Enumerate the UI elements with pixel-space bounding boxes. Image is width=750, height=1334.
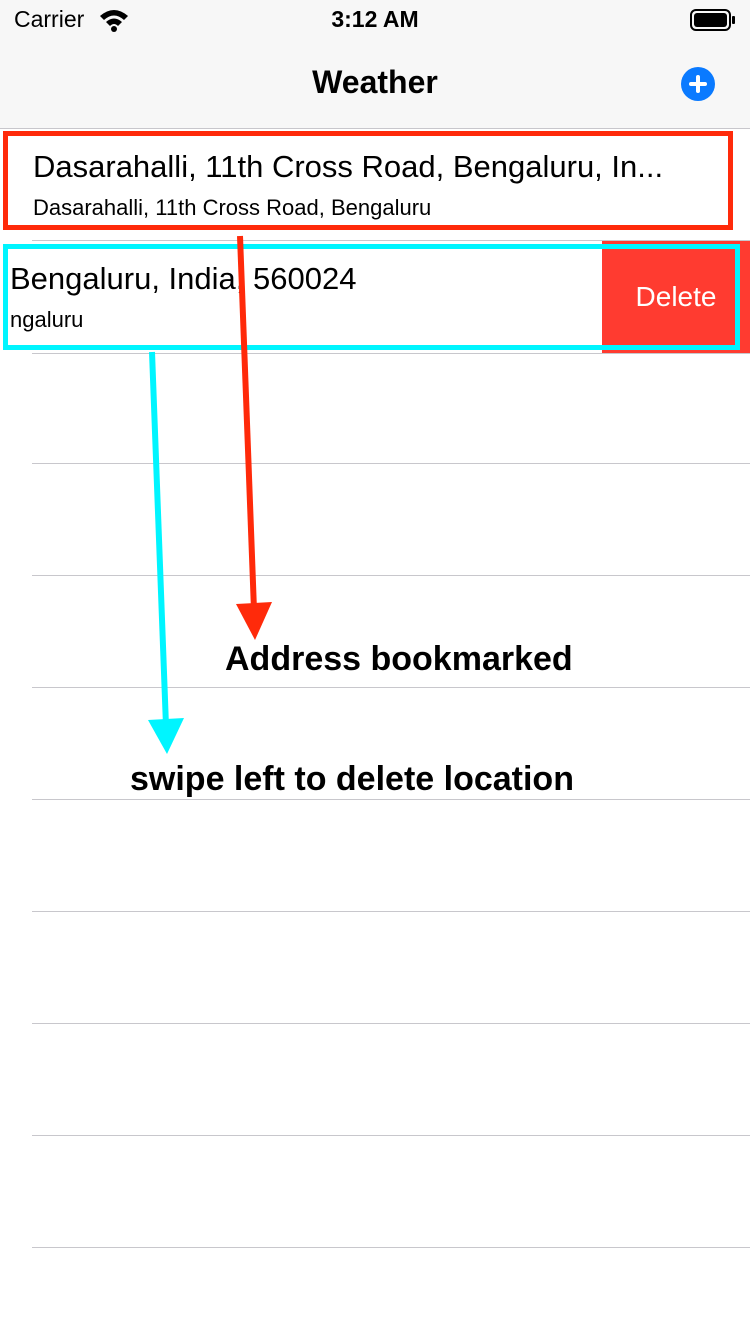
bookmarked-arrow xyxy=(237,235,257,611)
bookmarked-annotation: Address bookmarked xyxy=(225,640,573,678)
swipe-arrowhead xyxy=(148,718,184,754)
bookmarked-arrowhead xyxy=(236,602,272,640)
swipe-arrow xyxy=(149,351,169,727)
swipe-annotation: swipe left to delete location xyxy=(130,760,574,798)
